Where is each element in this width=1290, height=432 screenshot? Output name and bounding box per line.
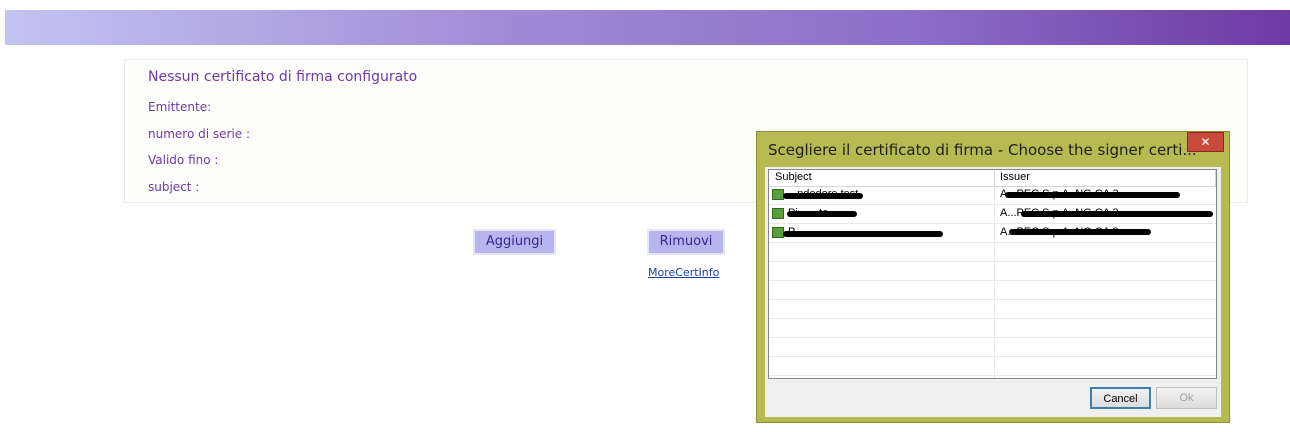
- certificate-list[interactable]: Subject Issuer ...ndedore test A...PEC S…: [768, 169, 1217, 379]
- redaction-mark: [1005, 192, 1180, 198]
- more-cert-info-link[interactable]: MoreCertInfo: [648, 266, 719, 279]
- table-row: [769, 319, 1216, 338]
- column-subject[interactable]: Subject: [775, 171, 812, 183]
- table-row: [769, 300, 1216, 319]
- certificate-dialog: Scegliere il certificato di firma - Choo…: [756, 131, 1230, 423]
- subject-label: subject :: [148, 180, 200, 194]
- table-row[interactable]: P... A...PEC S.p.A. NG CA 3: [769, 224, 1216, 243]
- column-separator[interactable]: [1215, 170, 1216, 186]
- valid-until-label: Valido fino :: [148, 153, 219, 167]
- add-button[interactable]: Aggiungi: [473, 229, 556, 255]
- table-row[interactable]: ...ndedore test A...PEC S.p.A. NG CA 3: [769, 186, 1216, 205]
- column-separator[interactable]: [994, 170, 995, 186]
- header-band: [5, 10, 1290, 45]
- dialog-title: Scegliere il certificato di firma - Choo…: [768, 141, 1197, 159]
- ok-button[interactable]: Ok: [1156, 387, 1217, 409]
- redaction-mark: [1021, 211, 1213, 217]
- table-row: [769, 338, 1216, 357]
- redaction-mark: [1009, 229, 1151, 235]
- table-row: [769, 243, 1216, 262]
- table-row: [769, 281, 1216, 300]
- table-row: [769, 262, 1216, 281]
- redaction-mark: [787, 211, 857, 217]
- table-row[interactable]: Pi... ...te A...PEC S.p.A. NG CA 3: [769, 205, 1216, 224]
- redaction-mark: [783, 231, 943, 237]
- issuer-label: Emittente:: [148, 100, 212, 114]
- redaction-mark: [783, 193, 863, 199]
- remove-button[interactable]: Rimuovi: [647, 229, 725, 255]
- table-row: [769, 357, 1216, 376]
- column-issuer[interactable]: Issuer: [1000, 171, 1030, 183]
- dialog-body: Subject Issuer ...ndedore test A...PEC S…: [765, 167, 1221, 417]
- serial-number-label: numero di serie :: [148, 127, 251, 141]
- cancel-button[interactable]: Cancel: [1090, 387, 1151, 409]
- panel-title: Nessun certificato di firma configurato: [148, 69, 418, 85]
- list-header: Subject Issuer: [769, 170, 1216, 187]
- certificate-icon: [772, 208, 784, 219]
- close-button[interactable]: ✕: [1187, 132, 1224, 152]
